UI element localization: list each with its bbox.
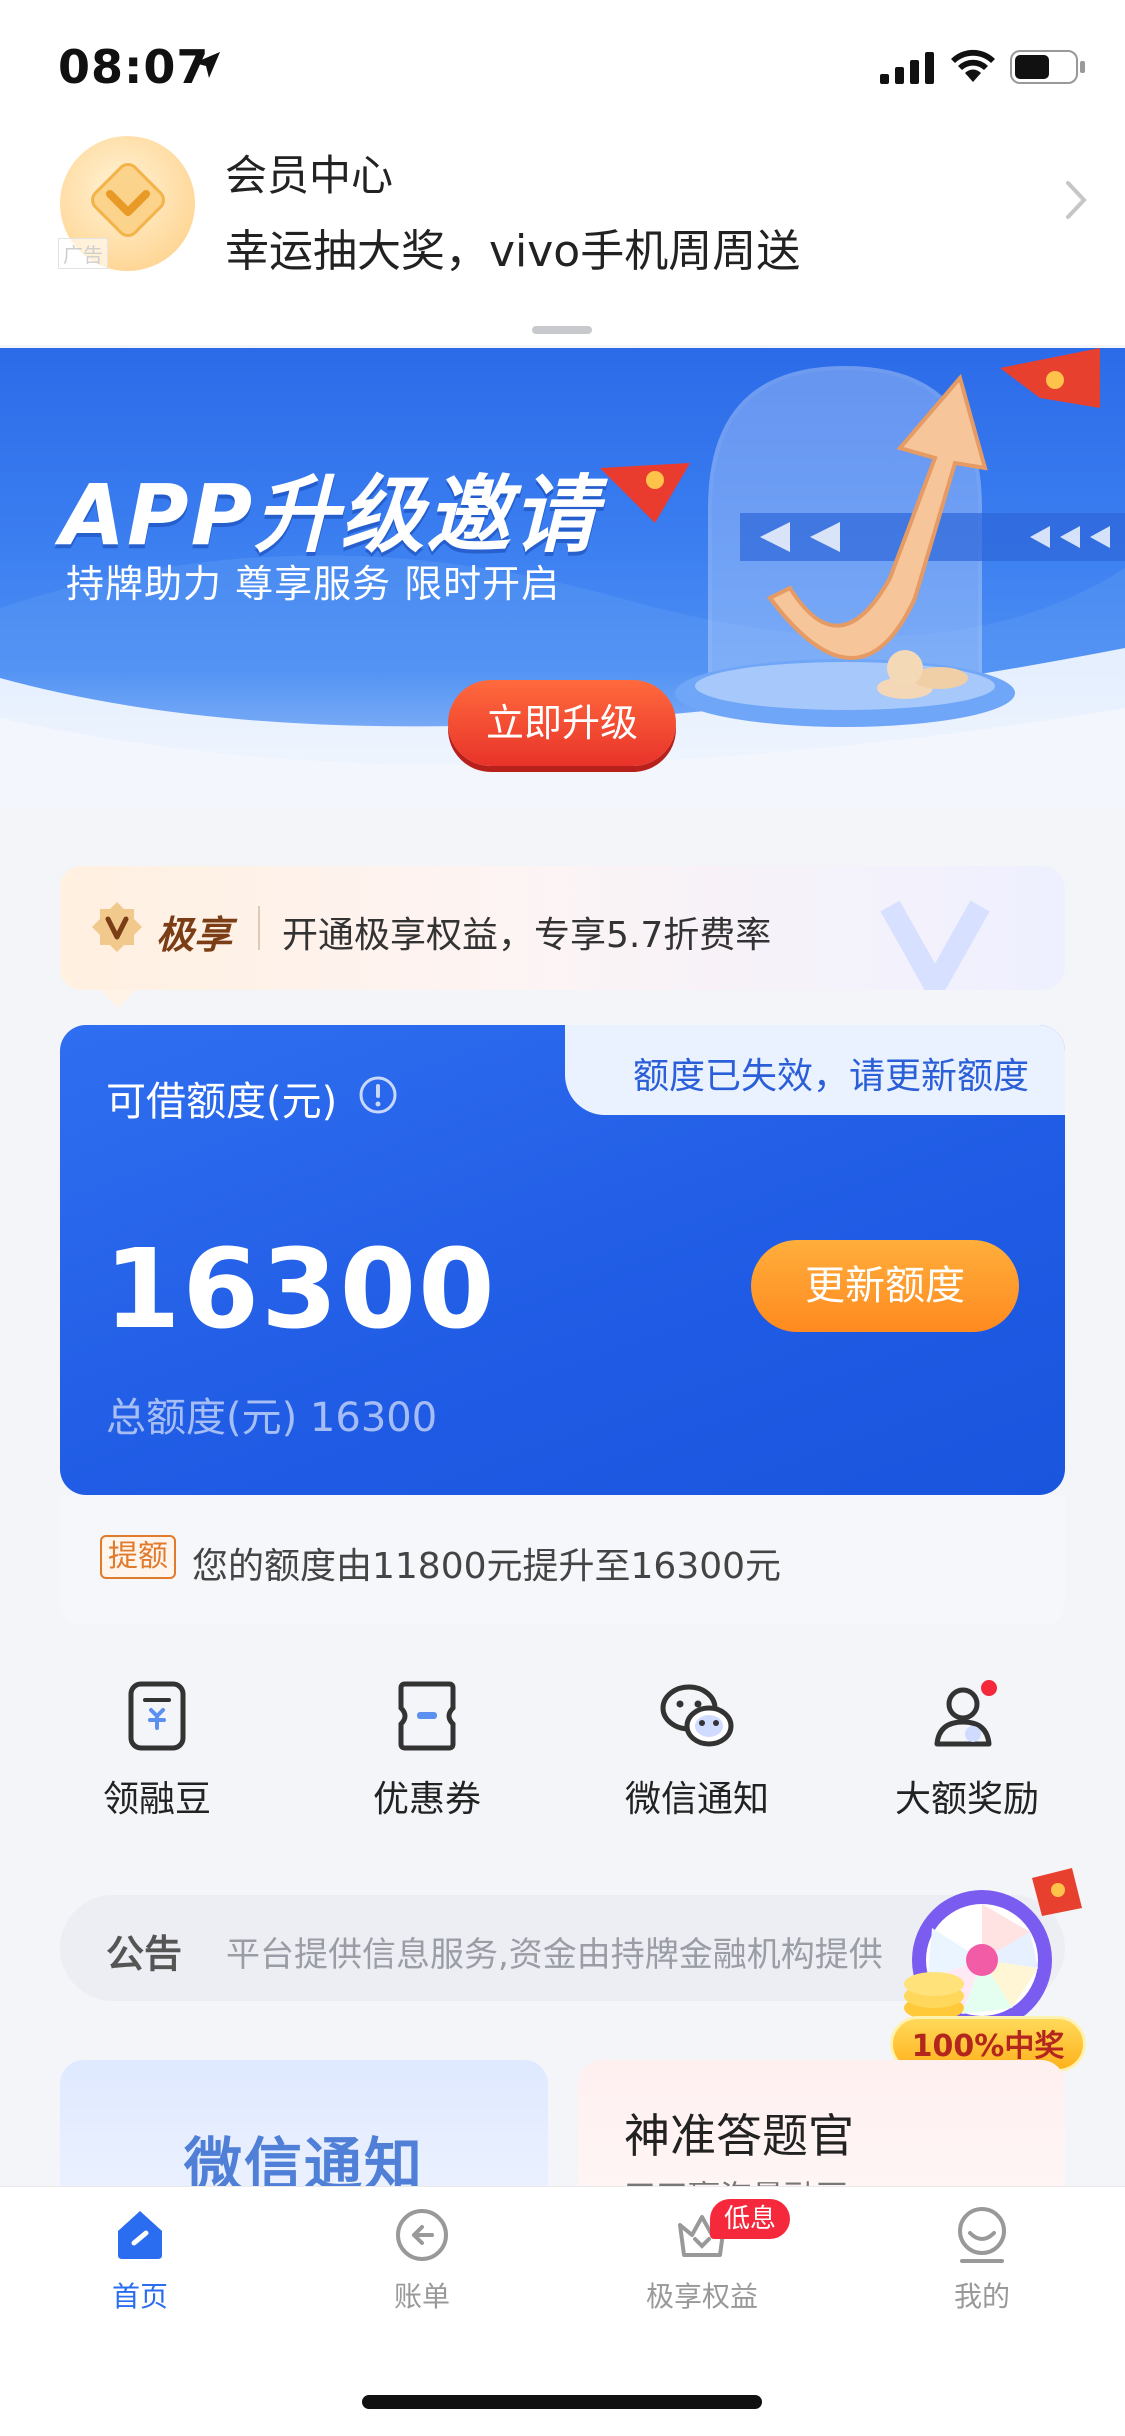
shortcut-wechat[interactable]: 微信通知: [582, 1660, 812, 1860]
chevron-right-icon: [1066, 181, 1087, 219]
tab-bar: 首页 账单 极享权益 低息 我的: [0, 2186, 1125, 2436]
info-icon[interactable]: [358, 1075, 398, 1115]
wechat-icon: [660, 1684, 734, 1747]
shortcut-label: 大额奖励: [894, 1779, 1039, 1820]
coupon-icon: [398, 1681, 456, 1751]
promo-subtitle: 持牌助力 尊享服务 限时开启: [66, 562, 561, 606]
shortcut-reward[interactable]: 大额奖励: [852, 1660, 1082, 1860]
tab-bill[interactable]: 账单: [322, 2205, 522, 2335]
credit-label: 可借额度(元): [106, 1079, 338, 1125]
credit-total: 总额度(元) 16300: [106, 1395, 438, 1441]
bill-icon: [396, 2209, 448, 2261]
vip-v-badge-icon: [92, 902, 142, 952]
bean-card-icon: [128, 1681, 186, 1751]
shortcut-label: 优惠券: [372, 1779, 481, 1820]
lottery-wheel-icon: [904, 1868, 1082, 2030]
shortcut-bean[interactable]: 领融豆: [42, 1660, 272, 1860]
app-upgrade-banner[interactable]: APP升级邀请 持牌助力 尊享服务 限时开启 立即升级: [0, 348, 1125, 808]
divider: [258, 906, 260, 950]
battery-icon: [1010, 50, 1085, 84]
status-time: 08:07: [58, 40, 210, 94]
home-indicator: [362, 2395, 762, 2409]
tab-vip-benefits[interactable]: 极享权益 低息: [602, 2199, 802, 2335]
raise-tag: 提额: [100, 1535, 176, 1579]
wifi-icon: [951, 49, 995, 82]
vip-text: 开通极享权益，专享5.7折费率: [282, 915, 772, 956]
shortcut-grid: 领融豆 优惠券 微信通知 大额奖励: [0, 1660, 1125, 1860]
raise-text: 您的额度由11800元提升至16300元: [192, 1546, 782, 1587]
location-arrow-icon: [194, 52, 220, 78]
credit-expired-notice[interactable]: 额度已失效，请更新额度: [565, 1025, 1065, 1115]
status-bar: 08:07: [0, 0, 1125, 130]
tab-profile[interactable]: 我的: [882, 2205, 1082, 2335]
tab-home[interactable]: 首页: [40, 2205, 240, 2335]
vip-strip-pointer: [100, 990, 136, 1008]
shortcut-label: 领融豆: [102, 1779, 211, 1820]
home-icon: [118, 2211, 162, 2259]
limit-raise-info: 提额 您的额度由11800元提升至16300元: [60, 1495, 1065, 1625]
upgrade-now-button[interactable]: 立即升级: [448, 680, 676, 766]
announcement-text: 平台提供信息服务,资金由持牌金融机构提供: [226, 1935, 883, 1975]
update-limit-button[interactable]: 更新额度: [751, 1240, 1019, 1332]
credit-expired-text: 额度已失效，请更新额度: [632, 1056, 1029, 1097]
drag-handle[interactable]: [532, 326, 592, 334]
user-reward-icon: [934, 1680, 997, 1747]
announcement-tag: 公告: [106, 1932, 183, 1976]
member-title: 会员中心: [225, 151, 394, 200]
cellular-signal-icon: [880, 52, 934, 84]
vip-watermark-icon: [880, 900, 990, 990]
tab-label: 账单: [393, 2280, 450, 2313]
tab-label: 我的: [953, 2280, 1010, 2313]
shortcut-coupon[interactable]: 优惠券: [312, 1660, 542, 1860]
shortcut-label: 微信通知: [624, 1779, 769, 1820]
profile-icon: [958, 2207, 1006, 2263]
low-interest-badge: 低息: [710, 2199, 791, 2239]
tab-label: 极享权益: [645, 2280, 758, 2313]
member-center-banner[interactable]: 广告 会员中心 幸运抽大奖，vivo手机周周送: [0, 130, 1125, 345]
promo-title: APP升级邀请: [60, 466, 599, 564]
lottery-floating-widget[interactable]: 100%中奖: [882, 1868, 1092, 2078]
quiz-title: 神准答题官: [624, 2109, 854, 2163]
credit-limit-card: 额度已失效，请更新额度 可借额度(元) 16300 总额度(元) 16300 更…: [60, 1025, 1065, 1495]
vip-brand: 极享: [156, 913, 233, 957]
vip-benefit-strip[interactable]: 极享 开通极享权益，专享5.7折费率: [60, 866, 1065, 990]
ad-tag: 广告: [58, 238, 108, 269]
member-subtitle: 幸运抽大奖，vivo手机周周送: [225, 226, 801, 277]
credit-amount: 16300: [104, 1225, 497, 1353]
tab-label: 首页: [111, 2280, 168, 2313]
